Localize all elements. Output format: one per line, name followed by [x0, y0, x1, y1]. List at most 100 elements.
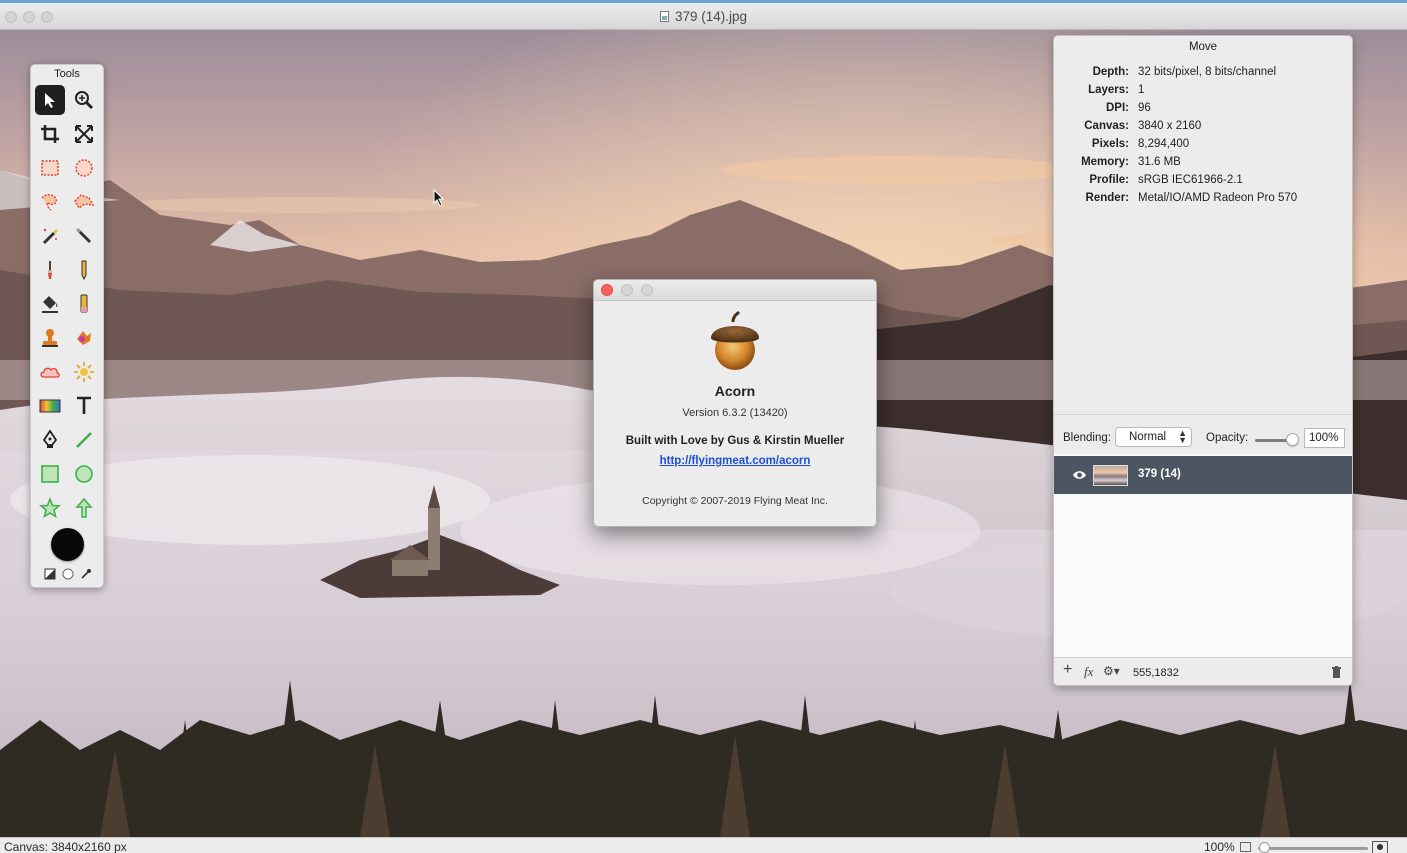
delete-layer-trash-icon[interactable] [1331, 666, 1342, 679]
zoom-tool-icon [75, 91, 94, 110]
instant-alpha-tool-icon [75, 227, 92, 244]
layer-name: 379 (14) [1138, 468, 1181, 480]
eyedropper-icon[interactable] [80, 568, 92, 580]
layers-list: 379 (14) [1054, 454, 1352, 657]
brush-tool-button[interactable] [35, 255, 65, 285]
arrow-tool-icon [75, 497, 93, 518]
star-tool-button[interactable] [35, 493, 65, 523]
foreground-color-swatch[interactable] [51, 528, 84, 561]
about-zoom-button [641, 284, 653, 296]
title-bar[interactable]: 379 (14).jpg [0, 3, 1407, 30]
brush-tool-icon [48, 261, 52, 279]
sun-burn-tool-button[interactable] [69, 357, 99, 387]
info-value: 3840 x 2160 [1138, 120, 1202, 132]
eraser-tool-button[interactable] [69, 289, 99, 319]
clone-stamp-tool-icon [42, 329, 58, 347]
fill-bucket-tool-button[interactable] [35, 289, 65, 319]
info-row-pixels: Pixels: 8,294,400 [1054, 138, 1352, 156]
move-tool-button[interactable] [35, 85, 65, 115]
line-tool-icon [76, 432, 92, 448]
blending-mode-value: Normal [1129, 431, 1167, 443]
info-value: 32 bits/pixel, 8 bits/channel [1138, 66, 1277, 78]
move-tool-icon [45, 93, 55, 108]
filters-fx-button[interactable]: fx [1084, 664, 1093, 680]
info-row-depth: Depth: 32 bits/pixel, 8 bits/channel [1054, 66, 1352, 84]
acorn-window: 379 (14).jpg Tools Acorn Version 6.3.2 (… [0, 0, 1407, 853]
document-icon [659, 11, 669, 22]
opacity-field[interactable]: 100% [1304, 428, 1345, 448]
transform-tool-button[interactable] [69, 119, 99, 149]
status-bar: Canvas: 3840x2160 px 100% [0, 837, 1407, 853]
info-label: Layers: [1088, 84, 1129, 96]
visibility-eye-icon[interactable] [1072, 469, 1087, 481]
zoom-tool-button[interactable] [69, 85, 99, 115]
background-color-icon[interactable] [62, 568, 74, 580]
select-stepper-icon: ▲ ▼ [1178, 428, 1187, 445]
canvas-size-status: Canvas: 3840x2160 px [4, 840, 127, 853]
bezier-pen-tool-button[interactable] [35, 425, 65, 455]
opacity-slider-knob[interactable] [1286, 433, 1299, 446]
rect-select-tool-icon [41, 160, 59, 176]
info-value: Metal/IO/AMD Radeon Pro 570 [1138, 192, 1298, 204]
actual-size-icon[interactable] [1372, 841, 1388, 853]
cloud-tool-icon [40, 367, 60, 378]
pencil-tool-button[interactable] [69, 255, 99, 285]
layer-actions-gear-button[interactable]: ⚙▾ [1103, 664, 1120, 678]
layers-footer: + fx ⚙▾ 555,1832 [1054, 657, 1352, 685]
magic-wand-tool-icon [42, 228, 59, 245]
zoom-slider-knob[interactable] [1259, 842, 1270, 853]
polygon-lasso-tool-button[interactable] [69, 187, 99, 217]
inspector-title: Move [1188, 41, 1218, 53]
layer-thumbnail [1093, 465, 1128, 486]
swap-colors-icon[interactable] [44, 568, 56, 580]
about-credits: Built with Love by Gus & Kirstin Mueller [625, 435, 845, 447]
sun-burn-tool-icon [74, 362, 94, 382]
cloud-tool-button[interactable] [35, 357, 65, 387]
info-label: Pixels: [1091, 138, 1129, 150]
rectangle-shape-tool-button[interactable] [35, 459, 65, 489]
oval-shape-tool-button[interactable] [69, 459, 99, 489]
eraser-tool-icon [80, 294, 88, 313]
zoom-level: 100% [1204, 840, 1235, 853]
info-row-render: Render: Metal/IO/AMD Radeon Pro 570 [1054, 192, 1352, 210]
bezier-pen-tool-icon [42, 429, 58, 448]
polygon-lasso-tool-icon [74, 194, 95, 209]
blending-mode-select[interactable]: Normal ▲ ▼ [1115, 427, 1192, 447]
rect-select-tool-button[interactable] [35, 153, 65, 183]
crop-tool-icon [41, 125, 59, 143]
oval-select-tool-button[interactable] [69, 153, 99, 183]
info-value: 31.6 MB [1138, 156, 1181, 168]
layer-row[interactable]: 379 (14) [1054, 456, 1352, 494]
arrow-tool-button[interactable] [69, 493, 99, 523]
info-value: 96 [1138, 102, 1151, 114]
tools-palette-title: Tools [54, 68, 80, 80]
info-label: Canvas: [1084, 120, 1129, 132]
info-label: Profile: [1089, 174, 1129, 186]
info-value: 8,294,400 [1138, 138, 1190, 150]
about-dialog-titlebar[interactable] [594, 280, 876, 301]
zoom-slider-track[interactable] [1258, 847, 1368, 850]
zoom-fit-icon[interactable] [1240, 842, 1251, 852]
about-website-link[interactable]: http://flyingmeat.com/acorn [594, 455, 876, 467]
blending-label: Blending: [1063, 432, 1111, 444]
info-row-dpi: DPI: 96 [1054, 102, 1352, 120]
text-tool-button[interactable] [69, 391, 99, 421]
mouse-cursor-icon [433, 189, 445, 207]
about-version: Version 6.3.2 (13420) [682, 407, 788, 419]
star-tool-icon [39, 497, 61, 519]
info-row-canvas: Canvas: 3840 x 2160 [1054, 120, 1352, 138]
lasso-tool-button[interactable] [35, 187, 65, 217]
instant-alpha-tool-button[interactable] [69, 221, 99, 251]
opacity-label: Opacity: [1206, 432, 1249, 444]
about-close-button[interactable] [601, 284, 613, 296]
add-layer-button[interactable]: + [1063, 661, 1072, 679]
info-label: DPI: [1106, 102, 1129, 114]
magic-wand-tool-button[interactable] [35, 221, 65, 251]
info-row-memory: Memory: 31.6 MB [1054, 156, 1352, 174]
info-value: sRGB IEC61966-2.1 [1138, 174, 1243, 186]
clone-stamp-tool-button[interactable] [35, 323, 65, 353]
crop-tool-button[interactable] [35, 119, 65, 149]
gradient-tool-button[interactable] [35, 391, 65, 421]
line-tool-button[interactable] [69, 425, 99, 455]
smudge-tool-button[interactable] [69, 323, 99, 353]
